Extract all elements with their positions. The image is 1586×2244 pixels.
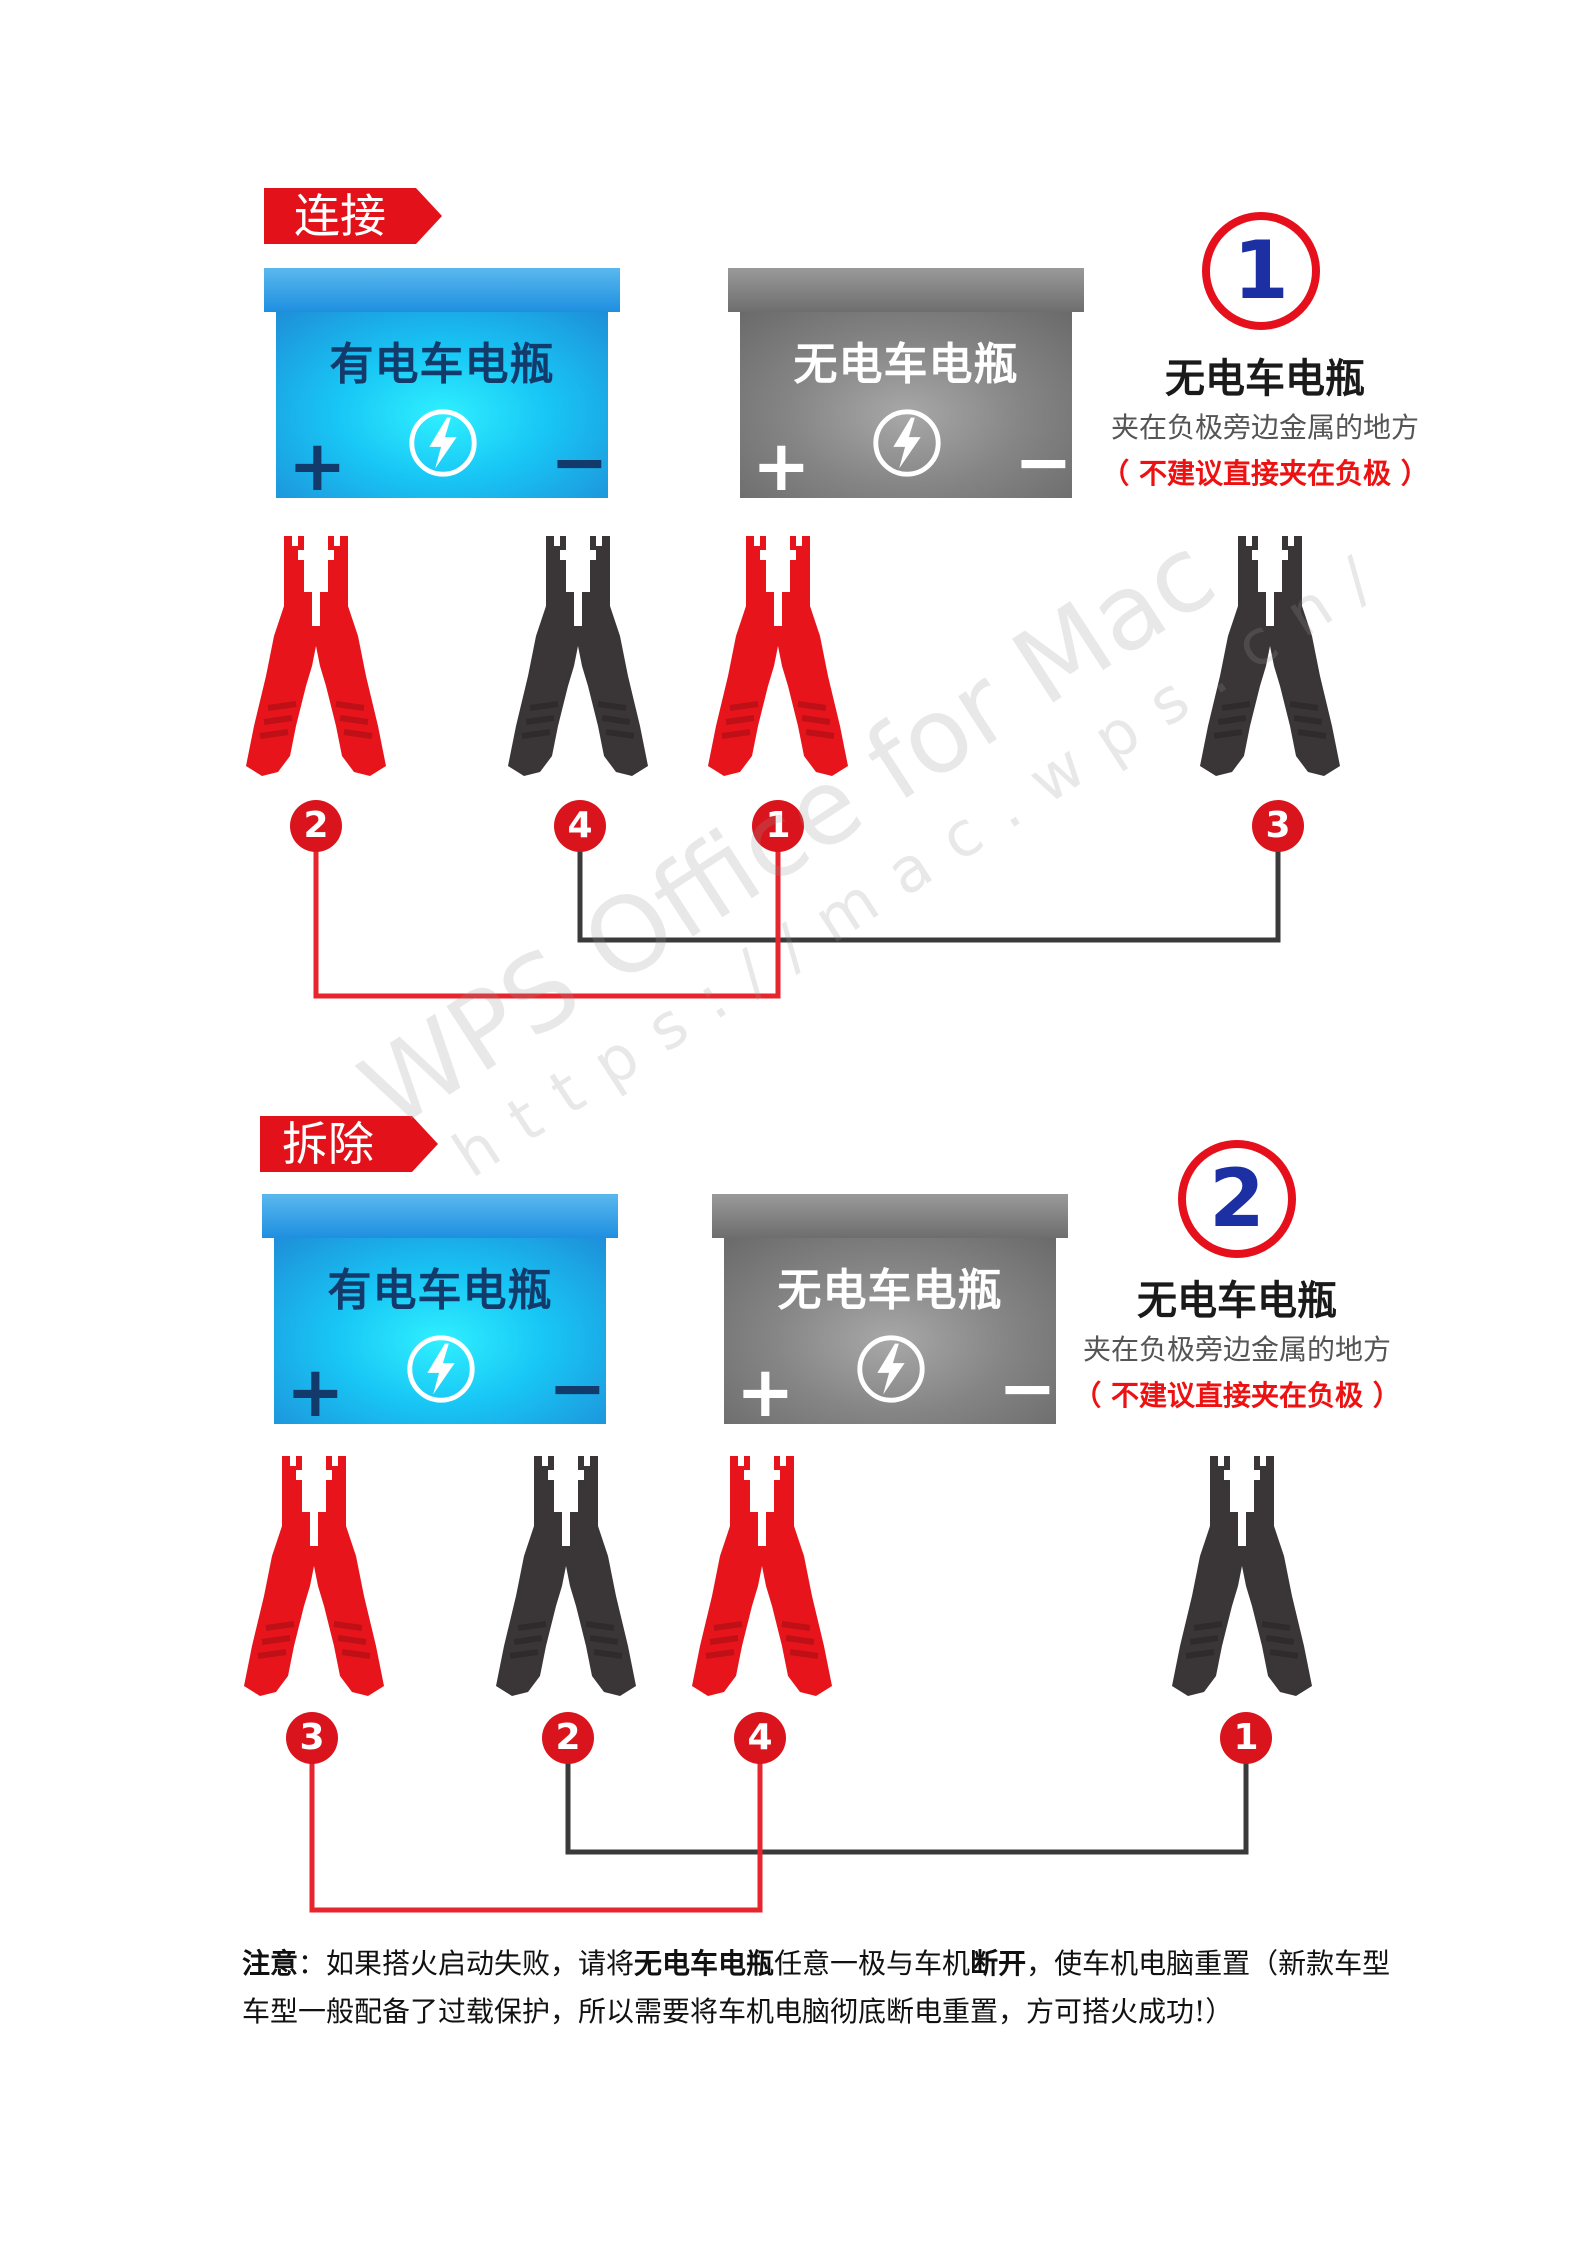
clamp-order-badge: 1 (1220, 1712, 1272, 1764)
clamp-order-badge: 3 (286, 1712, 338, 1764)
note-label: 注意 (242, 1947, 299, 1980)
red-wire (309, 1762, 763, 1913)
clamp-order-badge: 2 (542, 1712, 594, 1764)
note-text-1: ：如果搭火启动失败，请将 (298, 1947, 635, 1980)
clamp-order-badge: 4 (734, 1712, 786, 1764)
black-wire (565, 1762, 1249, 1855)
note-bold-2: 断开 (970, 1947, 1027, 1980)
note-bold-1: 无电车电瓶 (634, 1947, 775, 1980)
note-paragraph: 注意：如果搭火启动失败，请将无电车电瓶任意一极与车机断开，使车机电脑重置（新款车… (242, 1940, 1392, 2036)
note-text-2: 任意一极与车机 (774, 1947, 971, 1980)
